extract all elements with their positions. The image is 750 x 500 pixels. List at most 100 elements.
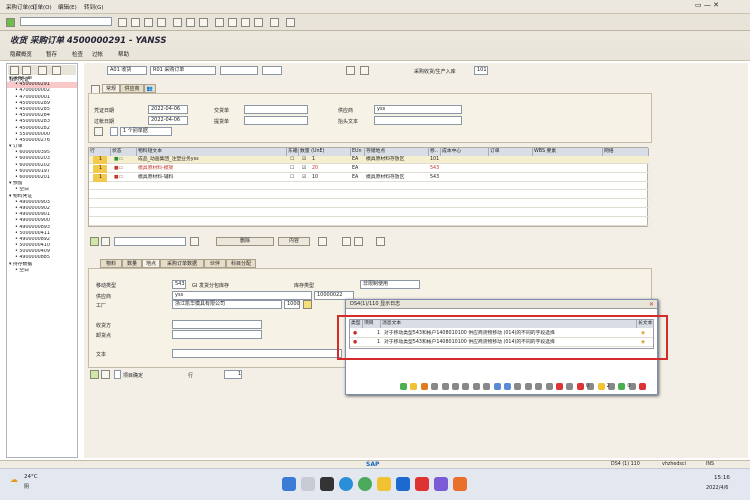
column-header[interactable]: 状态 <box>111 148 137 156</box>
dialog-tool-icon[interactable] <box>566 383 574 390</box>
checkbox[interactable]: ☐ <box>289 156 297 164</box>
settings-icon[interactable] <box>318 237 327 246</box>
dialog-tool-icon[interactable] <box>400 383 407 390</box>
dialog-tool-icon[interactable] <box>639 383 647 390</box>
header-text-field[interactable] <box>374 116 462 125</box>
app-icon[interactable] <box>453 477 467 491</box>
cell-eun[interactable]: EA <box>351 174 365 182</box>
dialog-tool-icon[interactable] <box>483 383 491 390</box>
mvt-type-field[interactable]: 543 <box>172 280 186 289</box>
expand-item-icon[interactable] <box>90 237 99 246</box>
doc-date-field[interactable]: 2022-04-06 <box>148 105 188 114</box>
dialog-tool-icon[interactable] <box>420 383 428 390</box>
dialog-tool-icon[interactable] <box>410 383 418 390</box>
prev-item-icon[interactable] <box>90 370 99 379</box>
tab-detail[interactable]: 伙伴 <box>204 259 226 268</box>
collapse-item-icon[interactable] <box>101 237 110 246</box>
cell-qty[interactable]: 1 <box>311 156 349 164</box>
back-icon[interactable] <box>131 18 140 27</box>
filter-icon[interactable] <box>52 66 61 75</box>
tab-detail[interactable]: 采购订单数据 <box>160 259 204 268</box>
table-row[interactable]: 1 ■▭ 模具原材料-辅料 ☐ ☑ 10 EA 模具原材料存放区 543 <box>89 173 649 182</box>
cell-line[interactable]: 1 <box>93 173 107 182</box>
cell-sloc[interactable]: 模具原材料存放区 <box>365 156 429 164</box>
column-header[interactable]: 存储地点 <box>365 148 429 156</box>
table-row[interactable] <box>89 218 649 226</box>
cell-text[interactable]: 成品_动画集团_注塑业务yss <box>137 156 287 164</box>
teams-icon[interactable] <box>434 477 448 491</box>
next-item-icon[interactable] <box>101 370 110 379</box>
item-ok-checkbox[interactable] <box>114 370 121 379</box>
cell-sloc[interactable] <box>365 165 429 173</box>
tab-general[interactable]: 常规 <box>102 84 120 93</box>
plant-field[interactable]: 1000 <box>284 300 300 309</box>
item-ok-checkbox[interactable]: ☑ <box>301 165 309 173</box>
column-header[interactable]: 订单 <box>489 148 533 156</box>
dialog-tool-icon[interactable] <box>514 383 522 390</box>
vendor-field[interactable]: yss <box>374 105 462 114</box>
print-icon[interactable] <box>94 127 103 136</box>
tree-item[interactable]: • 空白 <box>7 268 77 274</box>
dialog-tool-icon[interactable] <box>535 383 543 390</box>
edge-icon[interactable] <box>339 477 353 491</box>
save-icon[interactable] <box>118 18 127 27</box>
start-icon[interactable] <box>282 477 296 491</box>
item-ok-checkbox[interactable]: ☑ <box>301 174 309 182</box>
column-header[interactable]: 物料短文本 <box>137 148 287 156</box>
close-icon[interactable]: ✕ <box>649 301 654 308</box>
table-row[interactable] <box>89 200 649 208</box>
transaction-select[interactable]: A01 收货 <box>107 66 147 75</box>
text-field[interactable] <box>172 349 342 358</box>
help-icon[interactable] <box>286 18 295 27</box>
detail-vendor-field[interactable]: yss <box>172 291 312 300</box>
dialog-tool-icon[interactable] <box>545 383 553 390</box>
layout-icon[interactable] <box>38 66 47 75</box>
table-row[interactable] <box>89 182 649 191</box>
table-row[interactable] <box>89 191 649 200</box>
dialog-tool-icon[interactable] <box>504 383 511 390</box>
find-next-icon[interactable] <box>199 18 208 27</box>
cell-line[interactable]: 1 <box>93 156 107 164</box>
item-search-field[interactable] <box>114 237 186 246</box>
cell-mvt[interactable]: 543 <box>429 165 441 173</box>
copy-icon[interactable] <box>342 237 351 246</box>
enter-icon[interactable] <box>6 18 15 27</box>
cell-text[interactable]: 模具原材料-辅料 <box>137 174 287 182</box>
first-page-icon[interactable] <box>215 18 224 27</box>
recipient-field[interactable] <box>172 320 262 329</box>
hold-button[interactable]: 暂存 <box>46 50 57 58</box>
stock-type-select[interactable]: 非限制使用 <box>360 280 420 289</box>
hide-overview-button[interactable]: 隐藏概览 <box>10 50 32 58</box>
table-row[interactable]: 1 ■▭ 模具原材料-模架 ☐ ☑ 20 EA 543 <box>89 164 649 173</box>
bill-field[interactable] <box>244 116 308 125</box>
search-icon[interactable] <box>301 477 315 491</box>
row-field[interactable]: 1 <box>224 370 242 379</box>
help-button[interactable]: 帮助 <box>118 50 129 58</box>
cell-mvt[interactable]: 101 <box>429 156 441 164</box>
find-icon[interactable] <box>186 18 195 27</box>
column-header[interactable]: 网络 <box>603 148 649 156</box>
cell-qty[interactable]: 20 <box>311 165 349 173</box>
cell-text[interactable]: 模具原材料-模架 <box>137 165 287 173</box>
dialog-tool-icon[interactable] <box>452 383 459 390</box>
command-field[interactable] <box>20 17 112 26</box>
post-date-field[interactable]: 2022-04-06 <box>148 116 188 125</box>
wps-icon[interactable] <box>415 477 429 491</box>
slip-select[interactable]: 1 个别单据 <box>120 127 172 136</box>
po-number-field[interactable] <box>220 66 258 75</box>
table-row[interactable] <box>89 209 649 217</box>
column-header[interactable]: WBS 要素 <box>533 148 603 156</box>
cell-sloc[interactable]: 模具原材料存放区 <box>365 174 429 182</box>
column-header[interactable]: 数量 (UnE) <box>299 148 351 156</box>
new-session-icon[interactable] <box>270 18 279 27</box>
check-button[interactable]: 检查 <box>72 50 83 58</box>
column-header[interactable]: 成本中心 <box>441 148 489 156</box>
tab-detail[interactable]: 科目分配 <box>226 259 256 268</box>
find-item-icon[interactable] <box>190 237 199 246</box>
column-header[interactable]: 行 <box>89 148 111 156</box>
next-page-icon[interactable] <box>241 18 250 27</box>
prev-page-icon[interactable] <box>228 18 237 27</box>
post-button[interactable]: 过帐 <box>92 50 103 58</box>
print-icon[interactable] <box>173 18 182 27</box>
delivery-note-field[interactable] <box>244 105 308 114</box>
